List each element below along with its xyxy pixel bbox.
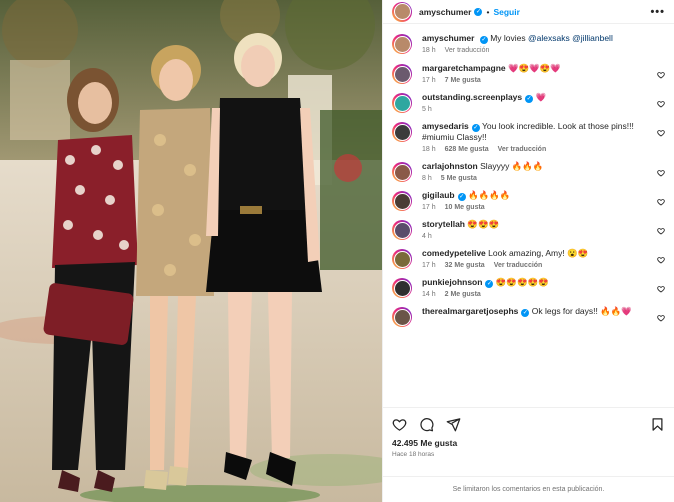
verified-badge-icon: ✓ <box>485 280 494 288</box>
comments-closed-notice: Se limitaron los comentarios en esta pub… <box>383 476 674 502</box>
verified-badge-icon: ✓ <box>525 95 534 103</box>
post-side-panel: amyschumer ✓ • Seguir ••• amyschumer ✓ M… <box>382 0 674 502</box>
verified-badge-icon: ✓ <box>457 193 466 201</box>
comment-item: gigilaub ✓ 🔥🔥🔥🔥 17 h 10 Me gusta <box>392 190 665 211</box>
commenter-avatar[interactable] <box>392 162 412 182</box>
caption-text: My lovies <box>490 33 528 43</box>
commenter-username[interactable]: therealmargaretjosephs <box>422 306 518 316</box>
caption-mention-jillianbell[interactable]: @jillianbell <box>572 33 613 43</box>
comment-like-heart-icon[interactable] <box>657 169 665 177</box>
comment-likes[interactable]: 7 Me gusta <box>445 77 481 84</box>
comment-likes[interactable]: 10 Me gusta <box>445 204 485 211</box>
author-username[interactable]: amyschumer <box>419 7 471 17</box>
comment-item: therealmargaretjosephs ✓ Ok legs for days… <box>392 306 665 327</box>
comment-text: Ok legs for days!! 🔥🔥💗 <box>531 306 632 316</box>
commenter-avatar[interactable] <box>392 249 412 269</box>
comment-text: 😍😍😍😍😍 <box>495 277 549 287</box>
comment-text: Look amazing, Amy! 😮😍 <box>488 248 589 258</box>
comment-likes[interactable]: 628 Me gusta <box>445 146 489 153</box>
comment-likes[interactable]: 5 Me gusta <box>441 175 477 182</box>
follow-button[interactable]: Seguir <box>493 7 519 17</box>
commenter-username[interactable]: punkiejohnson <box>422 277 482 287</box>
like-heart-icon[interactable] <box>392 417 407 432</box>
verified-badge-icon: ✓ <box>471 124 480 132</box>
more-options-icon[interactable]: ••• <box>650 6 665 18</box>
comment-time[interactable]: 5 h <box>422 106 432 113</box>
likes-count[interactable]: 42.495 Me gusta <box>392 438 665 448</box>
comment-likes[interactable]: 32 Me gusta <box>445 262 485 269</box>
comment-like-heart-icon[interactable] <box>657 198 665 206</box>
caption-translate-link[interactable]: Ver traducción <box>445 47 490 54</box>
separator-dot: • <box>486 6 490 17</box>
commenter-avatar[interactable] <box>392 220 412 240</box>
comment-like-heart-icon[interactable] <box>657 129 665 137</box>
commenter-username[interactable]: gigilaub <box>422 190 455 200</box>
comment-text: 💗😍💗😍💗 <box>508 63 561 73</box>
comment-item: storytellah 😍😍😍 4 h <box>392 219 665 240</box>
commenter-username[interactable]: margaretchampagne <box>422 63 506 73</box>
commenter-username[interactable]: storytellah <box>422 219 465 229</box>
commenter-username[interactable]: comedypetelive <box>422 248 486 258</box>
commenter-avatar[interactable] <box>392 278 412 298</box>
comment-text: 🔥🔥🔥🔥 <box>467 190 511 200</box>
comment-time[interactable]: 8 h <box>422 175 432 182</box>
post-header: amyschumer ✓ • Seguir ••• <box>383 0 674 24</box>
share-icon[interactable] <box>446 417 461 432</box>
post-photo[interactable] <box>0 0 382 502</box>
comment-like-heart-icon[interactable] <box>657 314 665 322</box>
comment-like-heart-icon[interactable] <box>657 285 665 293</box>
post-timestamp[interactable]: Hace 18 horas <box>392 451 665 458</box>
commenter-username[interactable]: amysedaris <box>422 121 469 131</box>
verified-badge-icon: ✓ <box>474 7 483 16</box>
comment-time[interactable]: 4 h <box>422 233 432 240</box>
verified-badge-icon: ✓ <box>521 309 530 317</box>
comment-time[interactable]: 18 h <box>422 146 436 153</box>
comment-item: margaretchampagne 💗😍💗😍💗 17 h 7 Me gusta <box>392 63 665 84</box>
comment-item: punkiejohnson ✓ 😍😍😍😍😍 14 h 2 Me gusta <box>392 277 665 298</box>
comment-time[interactable]: 17 h <box>422 204 436 211</box>
comment-time[interactable]: 17 h <box>422 77 436 84</box>
comment-like-heart-icon[interactable] <box>657 100 665 108</box>
commenter-avatar[interactable] <box>392 93 412 113</box>
comment-item: outstanding.screenplays ✓ 💗 5 h <box>392 92 665 113</box>
comment-item: amysedaris ✓ You look incredible. Look at… <box>392 121 665 153</box>
comment-translate-link[interactable]: Ver traducción <box>494 262 543 269</box>
comment-translate-link[interactable]: Ver traducción <box>498 146 547 153</box>
author-avatar[interactable] <box>392 1 412 22</box>
caption-time[interactable]: 18 h <box>422 47 436 54</box>
comment-like-heart-icon[interactable] <box>657 256 665 264</box>
save-bookmark-icon[interactable] <box>650 417 665 432</box>
comment-time[interactable]: 17 h <box>422 262 436 269</box>
comment-time[interactable]: 14 h <box>422 291 436 298</box>
comment-text: 💗 <box>535 92 547 102</box>
commenter-avatar[interactable] <box>392 307 412 327</box>
comment-like-heart-icon[interactable] <box>657 227 665 235</box>
commenter-avatar[interactable] <box>392 191 412 211</box>
comment-text: Slayyyy 🔥🔥🔥 <box>480 161 544 171</box>
commenter-avatar[interactable] <box>392 64 412 84</box>
caption-username[interactable]: amyschumer <box>422 33 474 43</box>
verified-badge-icon: ✓ <box>479 36 488 44</box>
comment-item: comedypetelive Look amazing, Amy! 😮😍 17 h… <box>392 248 665 269</box>
comment-like-heart-icon[interactable] <box>657 71 665 79</box>
comments-list[interactable]: amyschumer ✓ My lovies @alexsaks @jillia… <box>383 24 674 407</box>
commenter-username[interactable]: carlajohnston <box>422 161 478 171</box>
comment-icon[interactable] <box>419 417 434 432</box>
comment-likes[interactable]: 2 Me gusta <box>445 291 481 298</box>
commenter-avatar[interactable] <box>392 122 412 142</box>
caption-mention-alexsaks[interactable]: @alexsaks <box>528 33 570 43</box>
caption-avatar[interactable] <box>392 34 412 54</box>
commenter-username[interactable]: outstanding.screenplays <box>422 92 522 102</box>
actions-section: 42.495 Me gusta Hace 18 horas Se limitar… <box>383 407 674 502</box>
comment-text: 😍😍😍 <box>467 219 500 229</box>
comment-item: carlajohnston Slayyyy 🔥🔥🔥 8 h 5 Me gusta <box>392 161 665 182</box>
post-image <box>0 0 382 502</box>
caption: amyschumer ✓ My lovies @alexsaks @jillia… <box>392 33 665 54</box>
